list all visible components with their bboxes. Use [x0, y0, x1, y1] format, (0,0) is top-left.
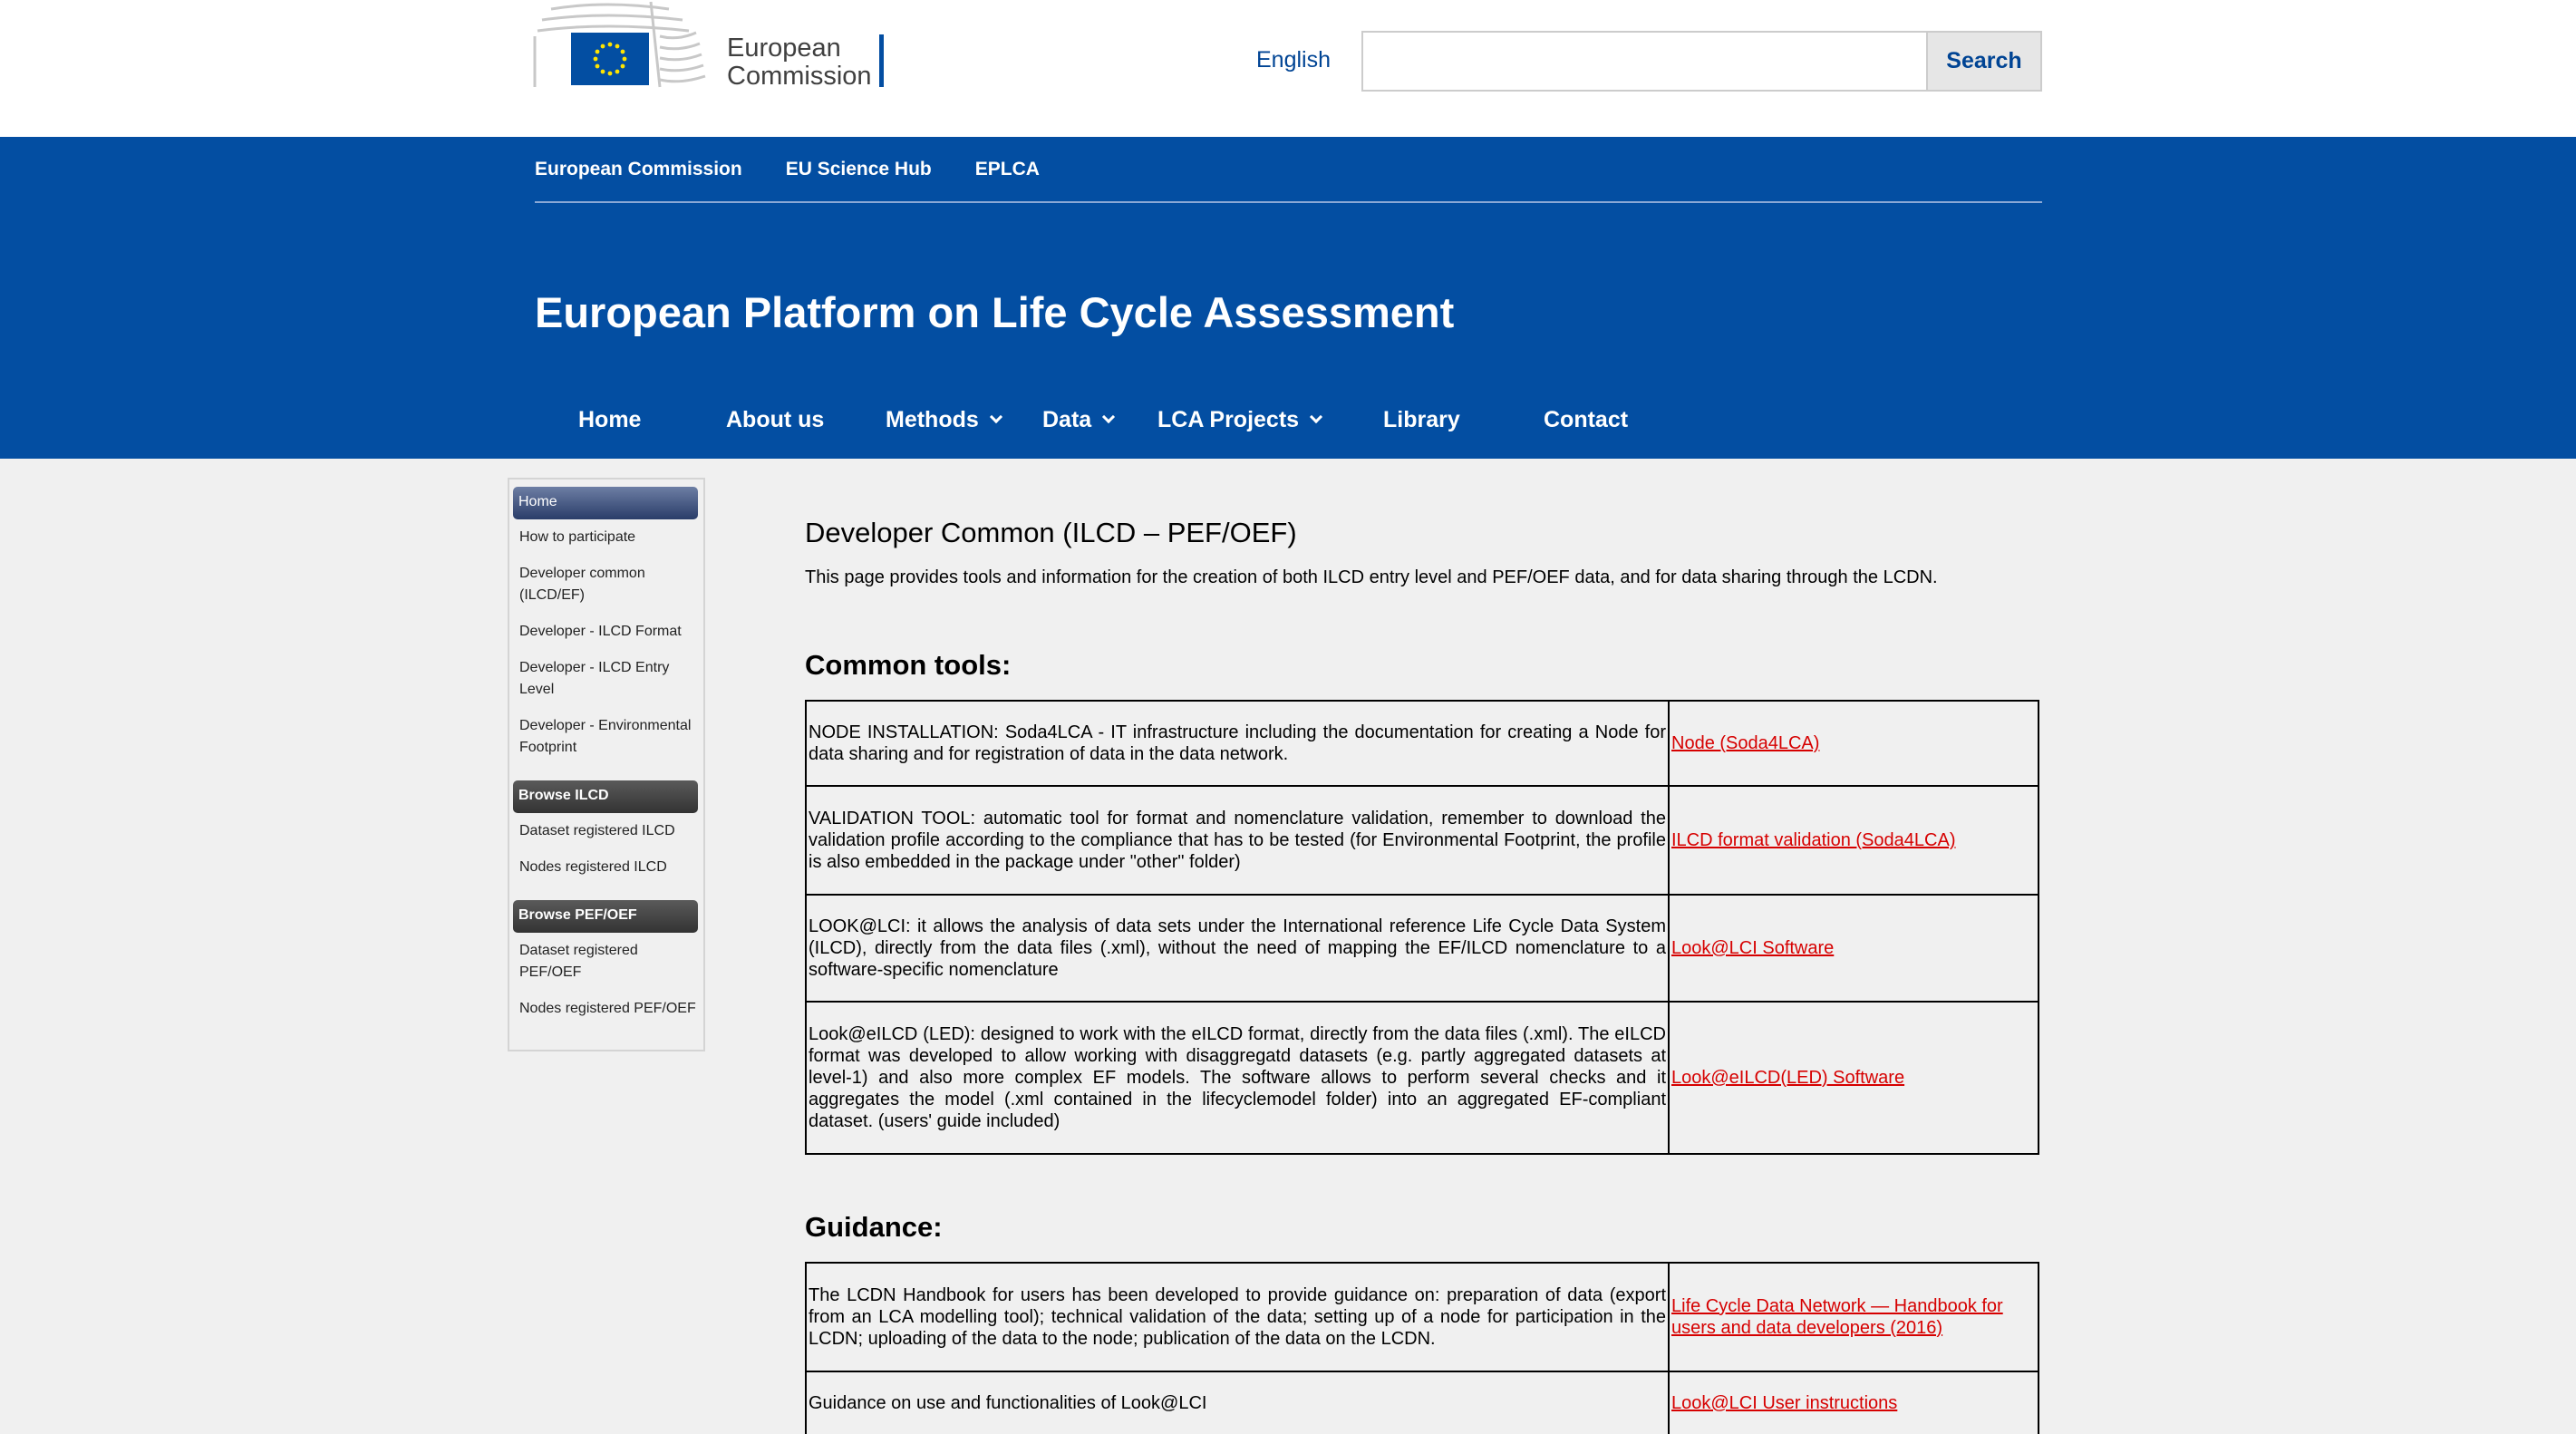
sidebar-item-developer-ilcd-format[interactable]: Developer - ILCD Format — [519, 621, 697, 643]
sidebar-item-nodes-registered-pef-oef[interactable]: Nodes registered PEF/OEF — [519, 998, 697, 1020]
sidebar-item-dataset-registered-pef-oef[interactable]: Dataset registered PEF/OEF — [519, 940, 697, 983]
breadcrumb-divider — [535, 201, 2042, 203]
page-intro: This page provides tools and information… — [805, 567, 1938, 587]
sidebar-section-browse-ilcd[interactable]: Browse ILCD — [513, 780, 698, 813]
sidebar: Home How to participate Developer common… — [508, 478, 705, 1051]
chevron-down-icon — [989, 410, 1002, 424]
sidebar-item-dataset-registered-ilcd[interactable]: Dataset registered ILCD — [519, 820, 697, 842]
table-cell-description: LOOK@LCI: it allows the analysis of data… — [805, 894, 1670, 1003]
table-row: NODE INSTALLATION: Soda4LCA - IT infrast… — [805, 700, 2039, 787]
guidance-heading: Guidance: — [805, 1211, 943, 1243]
sidebar-item-developer-environmental-footprint[interactable]: Developer - Environmental Footprint — [519, 715, 697, 759]
table-cell-description: NODE INSTALLATION: Soda4LCA - IT infrast… — [805, 700, 1670, 787]
nav-data[interactable]: Data — [1042, 407, 1116, 433]
guidance-link-look-at-lci-instructions[interactable]: Look@LCI User instructions — [1668, 1371, 2039, 1434]
sidebar-item-developer-ilcd-entry-level[interactable]: Developer - ILCD Entry Level — [519, 657, 697, 701]
chevron-down-icon — [1102, 410, 1116, 424]
table-row: Guidance on use and functionalities of L… — [805, 1371, 2039, 1434]
nav-lca-projects[interactable]: LCA Projects — [1157, 407, 1323, 433]
logo-text: European Commission — [727, 34, 872, 91]
nav-contact[interactable]: Contact — [1544, 407, 1628, 433]
table-row: LOOK@LCI: it allows the analysis of data… — [805, 894, 2039, 1003]
table-row: Look@eILCD (LED): designed to work with … — [805, 1001, 2039, 1155]
nav-library-label: Library — [1383, 407, 1460, 432]
nav-library[interactable]: Library — [1383, 407, 1460, 433]
page-title: Developer Common (ILCD – PEF/OEF) — [805, 517, 1297, 548]
table-row: The LCDN Handbook for users has been dev… — [805, 1262, 2039, 1372]
search-input[interactable] — [1361, 31, 1927, 92]
logo-line2: Commission — [727, 62, 872, 91]
logo-line1: European — [727, 34, 841, 63]
common-tools-table: NODE INSTALLATION: Soda4LCA - IT infrast… — [805, 700, 2039, 1155]
nav-contact-label: Contact — [1544, 407, 1629, 432]
eu-flag-icon — [571, 33, 649, 85]
language-selector[interactable]: English — [1256, 47, 1331, 73]
nav-home[interactable]: Home — [578, 407, 641, 433]
tool-link-node[interactable]: Node (Soda4LCA) — [1668, 700, 2039, 787]
nav-data-label: Data — [1042, 407, 1092, 432]
breadcrumb-eplca[interactable]: EPLCA — [975, 159, 1040, 180]
nav-lca-projects-label: LCA Projects — [1157, 407, 1300, 432]
common-tools-heading: Common tools: — [805, 649, 1012, 681]
breadcrumb-eu-science-hub[interactable]: EU Science Hub — [786, 159, 932, 180]
guidance-table: The LCDN Handbook for users has been dev… — [805, 1262, 2039, 1434]
table-cell-description: The LCDN Handbook for users has been dev… — [805, 1262, 1670, 1372]
nav-about-us-label: About us — [726, 407, 825, 432]
site-title: European Platform on Life Cycle Assessme… — [535, 288, 1455, 336]
site-header: European Commission EU Science Hub EPLCA… — [0, 137, 2576, 459]
table-cell-description: Guidance on use and functionalities of L… — [805, 1371, 1670, 1434]
sidebar-item-home[interactable]: Home — [513, 487, 698, 519]
breadcrumb-european-commission[interactable]: European Commission — [535, 159, 742, 180]
sidebar-item-developer-common[interactable]: Developer common (ILCD/EF) — [519, 563, 697, 606]
logo-divider — [879, 34, 884, 87]
search-button[interactable]: Search — [1926, 31, 2042, 92]
chevron-down-icon — [1309, 410, 1323, 424]
sidebar-item-nodes-registered-ilcd[interactable]: Nodes registered ILCD — [519, 857, 697, 878]
nav-about-us[interactable]: About us — [726, 407, 824, 433]
top-bar: European Commission English Search — [0, 0, 2576, 137]
nav-methods-label: Methods — [886, 407, 979, 432]
guidance-link-lcdn-handbook[interactable]: Life Cycle Data Network — Handbook for u… — [1668, 1262, 2039, 1372]
tool-link-look-at-eilcd[interactable]: Look@eILCD(LED) Software — [1668, 1001, 2039, 1155]
tool-link-look-at-lci[interactable]: Look@LCI Software — [1668, 894, 2039, 1003]
nav-methods[interactable]: Methods — [886, 407, 1002, 433]
table-cell-description: Look@eILCD (LED): designed to work with … — [805, 1001, 1670, 1155]
sidebar-item-how-to-participate[interactable]: How to participate — [519, 527, 697, 548]
european-commission-logo[interactable]: European Commission — [533, 0, 886, 91]
table-row: VALIDATION TOOL: automatic tool for form… — [805, 785, 2039, 896]
nav-home-label: Home — [578, 407, 642, 432]
breadcrumb: European Commission EU Science Hub EPLCA — [535, 159, 1040, 180]
table-cell-description: VALIDATION TOOL: automatic tool for form… — [805, 785, 1670, 896]
tool-link-validation[interactable]: ILCD format validation (Soda4LCA) — [1668, 785, 2039, 896]
sidebar-section-browse-pef-oef[interactable]: Browse PEF/OEF — [513, 900, 698, 933]
